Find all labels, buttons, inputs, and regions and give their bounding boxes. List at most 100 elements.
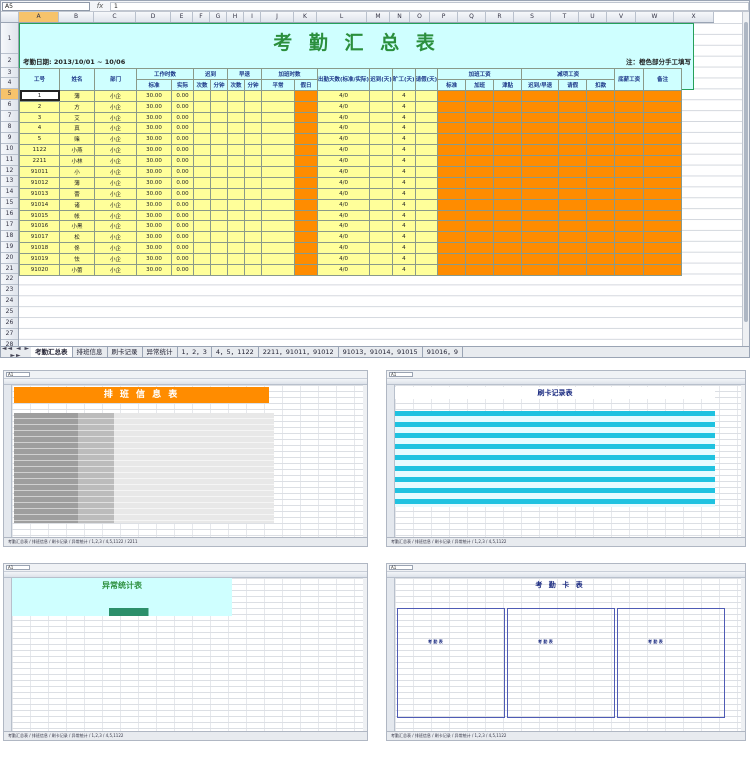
cell-emp-id[interactable]: 2: [19, 100, 60, 113]
cell-ot-add[interactable]: [465, 242, 495, 255]
cell-remark[interactable]: [643, 187, 683, 200]
cell-absent[interactable]: [369, 242, 394, 255]
fx-icon[interactable]: fx: [90, 2, 110, 10]
cell-ot-holiday[interactable]: [294, 155, 318, 168]
cell-ot-add[interactable]: [465, 220, 495, 233]
cell-deduct-other[interactable]: [586, 89, 616, 102]
cell-late-minutes[interactable]: [210, 122, 228, 135]
cell-base-pay[interactable]: [614, 242, 645, 255]
cell-absent-days[interactable]: 4: [392, 155, 416, 168]
cell-ot-ordinary[interactable]: [261, 176, 295, 189]
cell-leave-days[interactable]: [414, 111, 439, 124]
cell-ot-ordinary[interactable]: [261, 155, 295, 168]
cell-absent[interactable]: [369, 122, 394, 135]
cell-late-minutes[interactable]: [210, 89, 228, 102]
row-header-13[interactable]: 13: [1, 176, 18, 188]
cell-absent-days[interactable]: 4: [392, 89, 416, 102]
cell-absent-days[interactable]: 4: [392, 253, 416, 266]
cell-standard-hours[interactable]: 30.00: [136, 155, 172, 168]
cell-deduct-other[interactable]: [586, 264, 616, 276]
row-header-9[interactable]: 9: [1, 133, 18, 144]
cell-ot-sub[interactable]: [493, 187, 523, 200]
cell-ot-ordinary[interactable]: [261, 198, 295, 211]
cell-ot-add[interactable]: [465, 176, 495, 189]
cell-ot-std[interactable]: [437, 100, 467, 113]
cell-ot-add[interactable]: [465, 198, 495, 211]
cell-ot-sub[interactable]: [493, 264, 523, 276]
scroll-thumb[interactable]: [744, 22, 748, 322]
cell-ot-add[interactable]: [465, 187, 495, 200]
cell-deduct-leave[interactable]: [558, 133, 588, 146]
name-box[interactable]: A5: [2, 1, 90, 11]
cell-deduct-leave[interactable]: [558, 100, 588, 113]
cell-early-times[interactable]: [227, 133, 245, 146]
cell-actual-hours[interactable]: 0.00: [171, 264, 194, 276]
cell-ot-sub[interactable]: [493, 100, 523, 113]
cell-standard-hours[interactable]: 30.00: [136, 100, 172, 113]
cell-attend-days[interactable]: 4/0: [316, 155, 371, 168]
cell-deduct-other[interactable]: [586, 111, 616, 124]
sheet-grid[interactable]: 考 勤 汇 总 表 考勤日期: 2013/10/01 ~ 10/06 注：橙色部…: [19, 23, 744, 347]
cell-absent[interactable]: [369, 176, 394, 189]
cell-deduct-other[interactable]: [586, 176, 616, 189]
cell-late-times[interactable]: [193, 209, 211, 222]
cell-actual-hours[interactable]: 0.00: [171, 166, 194, 178]
cell-late-times[interactable]: [193, 253, 211, 266]
cell-early-times[interactable]: [227, 100, 245, 113]
cell-name[interactable]: 小燕: [59, 144, 95, 157]
cell-absent-days[interactable]: 4: [392, 209, 416, 222]
sheet-tab-6[interactable]: 2211，91011，91012: [259, 347, 339, 357]
sheet-tab-4[interactable]: 1，2，3: [178, 347, 212, 357]
column-header-h[interactable]: H: [227, 12, 244, 22]
cell-emp-id[interactable]: 91017: [19, 231, 60, 244]
cell-remark[interactable]: [643, 133, 683, 146]
cell-late-times[interactable]: [193, 100, 211, 113]
cell-base-pay[interactable]: [614, 166, 645, 178]
cell-absent[interactable]: [369, 231, 394, 244]
cell-attend-days[interactable]: 4/0: [316, 100, 371, 113]
cell-ot-ordinary[interactable]: [261, 111, 295, 124]
cell-early-times[interactable]: [227, 144, 245, 157]
row-header-8[interactable]: 8: [1, 122, 18, 133]
cell-late-times[interactable]: [193, 144, 211, 157]
cell-late-times[interactable]: [193, 187, 211, 200]
cell-remark[interactable]: [643, 253, 683, 266]
cell-late-minutes[interactable]: [210, 220, 228, 233]
cell-actual-hours[interactable]: 0.00: [171, 176, 194, 189]
cell-deduct-late[interactable]: [521, 122, 560, 135]
cell-late-minutes[interactable]: [210, 264, 228, 276]
sheet-tab-2[interactable]: 刷卡记录: [108, 347, 143, 357]
cell-base-pay[interactable]: [614, 253, 645, 266]
cell-late-minutes[interactable]: [210, 100, 228, 113]
cell-name[interactable]: 诸: [59, 198, 95, 211]
cell-early-minutes[interactable]: [244, 253, 262, 266]
cell-attend-days[interactable]: 4/0: [316, 220, 371, 233]
cell-ot-ordinary[interactable]: [261, 89, 295, 102]
row-header-26[interactable]: 26: [1, 318, 18, 329]
cell-remark[interactable]: [643, 100, 683, 113]
cell-early-minutes[interactable]: [244, 231, 262, 244]
cell-attend-days[interactable]: 4/0: [316, 89, 371, 102]
cell-ot-std[interactable]: [437, 220, 467, 233]
cell-deduct-other[interactable]: [586, 220, 616, 233]
column-header-k[interactable]: K: [294, 12, 317, 22]
cell-deduct-late[interactable]: [521, 242, 560, 255]
row-header-2[interactable]: 2: [1, 54, 18, 68]
cell-remark[interactable]: [643, 231, 683, 244]
cell-ot-ordinary[interactable]: [261, 264, 295, 276]
cell-ot-sub[interactable]: [493, 231, 523, 244]
cell-emp-id[interactable]: 91015: [19, 209, 60, 222]
cell-actual-hours[interactable]: 0.00: [171, 122, 194, 135]
cell-ot-ordinary[interactable]: [261, 133, 295, 146]
tab-nav-arrows-icon[interactable]: ◄◄ ◄ ► ►►: [1, 345, 31, 357]
cell-ot-add[interactable]: [465, 144, 495, 157]
cell-remark[interactable]: [643, 144, 683, 157]
cell-actual-hours[interactable]: 0.00: [171, 187, 194, 200]
column-header-a[interactable]: A: [19, 12, 59, 22]
cell-standard-hours[interactable]: 30.00: [136, 122, 172, 135]
cell-early-minutes[interactable]: [244, 122, 262, 135]
cell-ot-std[interactable]: [437, 166, 467, 178]
cell-leave-days[interactable]: [414, 122, 439, 135]
cell-name[interactable]: 赌: [59, 133, 95, 146]
cell-late-minutes[interactable]: [210, 198, 228, 211]
